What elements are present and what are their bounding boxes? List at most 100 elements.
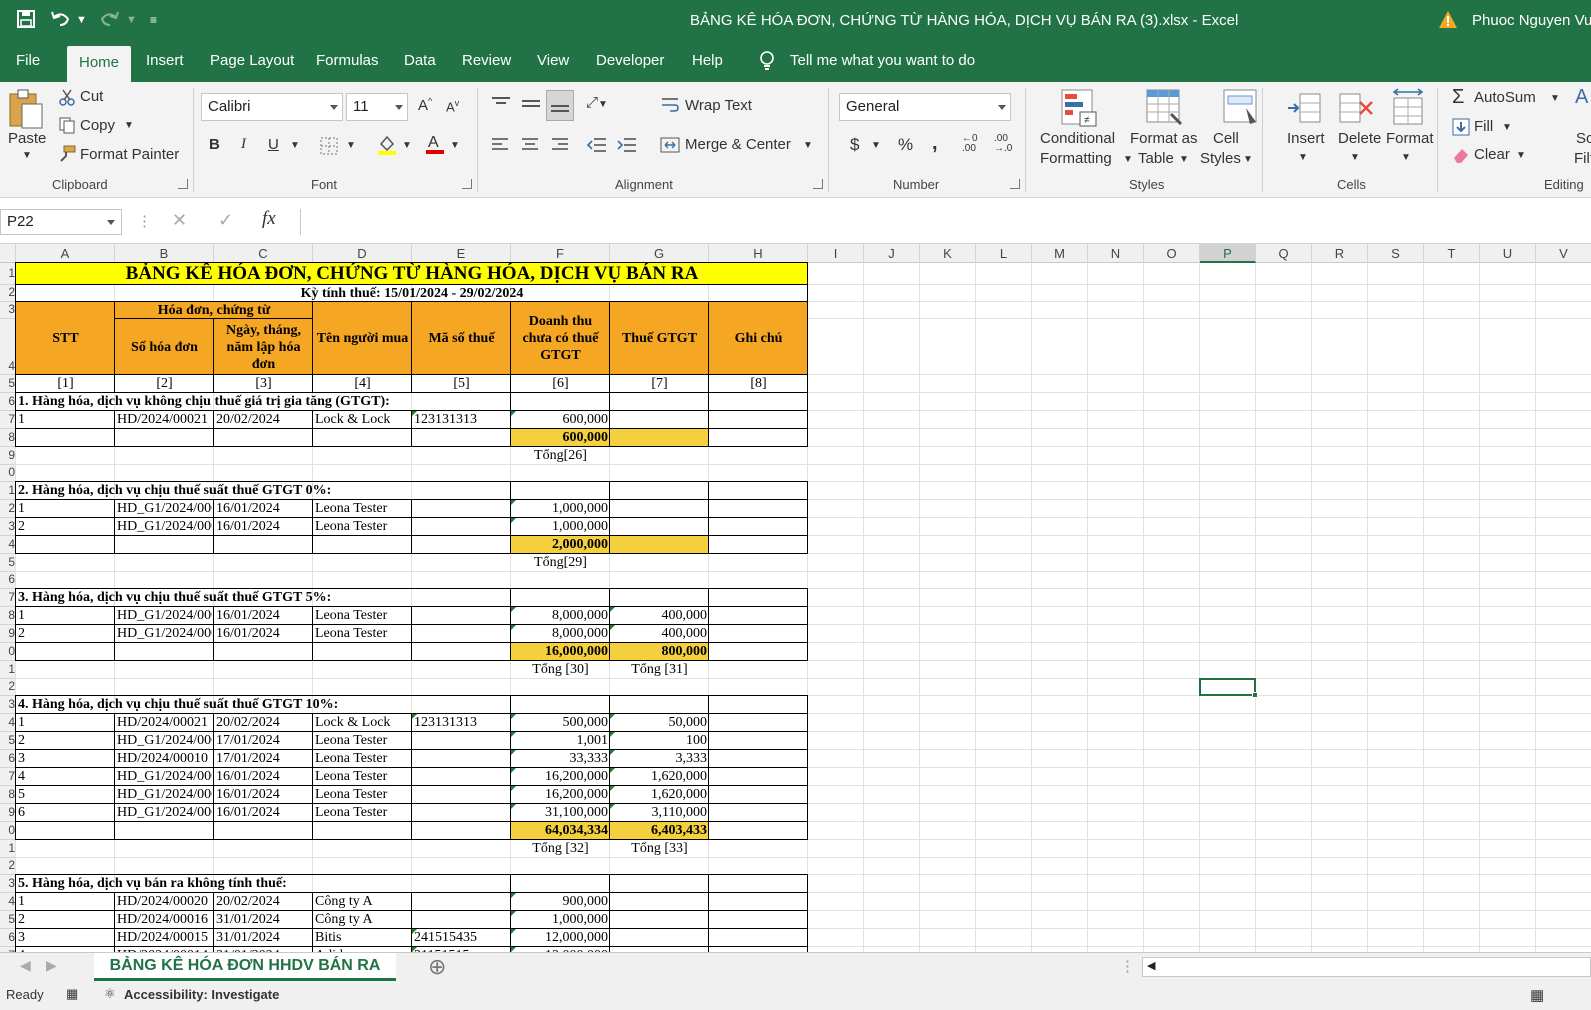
- row-header[interactable]: 9: [0, 447, 16, 465]
- row-header[interactable]: 4: [0, 893, 16, 911]
- horizontal-scrollbar[interactable]: ◀: [1142, 957, 1591, 977]
- total-label-dt[interactable]: Tổng[29]: [513, 554, 608, 572]
- conditional-formatting-label1[interactable]: Conditional: [1040, 130, 1115, 147]
- delete-cells-icon[interactable]: [1338, 90, 1374, 129]
- row-header[interactable]: 2: [0, 285, 16, 302]
- cancel-icon[interactable]: ✕: [172, 210, 187, 231]
- align-top-icon[interactable]: [490, 94, 512, 117]
- insert-function-icon[interactable]: fx: [262, 208, 276, 230]
- merge-center-button[interactable]: Merge & Center: [685, 136, 791, 153]
- column-header[interactable]: E: [412, 244, 511, 263]
- column-header[interactable]: L: [976, 244, 1032, 263]
- sheet-tab-active[interactable]: BẢNG KÊ HÓA ĐƠN HHDV BÁN RA: [94, 953, 396, 981]
- row-header[interactable]: 5: [0, 911, 16, 929]
- align-middle-icon[interactable]: [520, 94, 542, 117]
- row-header[interactable]: 3: [0, 875, 16, 893]
- customize-qat-icon[interactable]: ≡: [150, 9, 157, 31]
- font-name-select[interactable]: Calibri: [201, 93, 343, 121]
- total-label-dt[interactable]: Tổng[26]: [513, 447, 608, 465]
- section-title[interactable]: 5. Hàng hóa, dịch vụ bán ra không tính t…: [18, 875, 509, 893]
- cell-styles-icon[interactable]: [1222, 88, 1260, 131]
- active-cell[interactable]: [1199, 678, 1256, 696]
- font-launcher-icon[interactable]: [462, 179, 472, 189]
- wrap-text-icon[interactable]: [660, 96, 680, 117]
- row-header[interactable]: 4: [0, 714, 16, 732]
- row-header[interactable]: 2: [0, 858, 16, 875]
- fill-icon[interactable]: [1452, 118, 1470, 139]
- column-header[interactable]: F: [511, 244, 610, 263]
- normal-view-icon[interactable]: ▦: [1530, 986, 1544, 1004]
- format-cells-icon[interactable]: [1390, 88, 1426, 129]
- bold-button[interactable]: B: [209, 136, 220, 153]
- row-header[interactable]: 2: [0, 500, 16, 518]
- paste-icon[interactable]: [6, 88, 46, 135]
- decrease-decimal-icon[interactable]: .00 →.0: [994, 134, 1012, 154]
- format-as-table-label1[interactable]: Format as: [1130, 130, 1198, 147]
- redo-icon[interactable]: [98, 9, 120, 34]
- autosum-icon[interactable]: Σ: [1452, 86, 1464, 109]
- cells-area[interactable]: BẢNG KÊ HÓA ĐƠN, CHỨNG TỪ HÀNG HÓA, DỊCH…: [15, 262, 1591, 952]
- row-header[interactable]: 1: [0, 661, 16, 679]
- column-header[interactable]: K: [920, 244, 976, 263]
- fill-button[interactable]: Fill: [1474, 118, 1493, 135]
- undo-icon[interactable]: [50, 9, 72, 34]
- total-label-thue[interactable]: [612, 554, 707, 572]
- row-header[interactable]: 7: [0, 589, 16, 607]
- align-bottom-icon[interactable]: [546, 90, 574, 121]
- align-left-icon[interactable]: [490, 136, 510, 157]
- fill-color-icon[interactable]: [376, 134, 398, 159]
- cut-icon[interactable]: [58, 88, 76, 109]
- section-title[interactable]: 4. Hàng hóa, dịch vụ chịu thuế suất thuế…: [18, 696, 509, 714]
- tab-data[interactable]: Data: [404, 52, 436, 69]
- merge-dropdown-icon[interactable]: ▼: [803, 140, 813, 151]
- currency-button[interactable]: $: [850, 135, 859, 155]
- chevron-down-icon[interactable]: ▼: [1243, 154, 1253, 165]
- column-header[interactable]: N: [1088, 244, 1144, 263]
- name-box[interactable]: P22: [0, 209, 122, 235]
- increase-indent-icon[interactable]: [616, 136, 638, 157]
- sort-filter-icon[interactable]: A: [1575, 86, 1588, 109]
- total-label-thue[interactable]: Tổng [33]: [612, 840, 707, 858]
- format-painter-button[interactable]: Format Painter: [80, 146, 179, 163]
- borders-icon[interactable]: [320, 137, 338, 158]
- merge-center-icon[interactable]: [660, 136, 680, 157]
- next-sheet-icon[interactable]: ▶: [46, 957, 57, 974]
- column-header[interactable]: J: [864, 244, 920, 263]
- column-header[interactable]: C: [214, 244, 313, 263]
- clear-button[interactable]: Clear: [1474, 146, 1510, 163]
- cell-styles-label1[interactable]: Cell: [1213, 130, 1239, 147]
- sort-filter-label2[interactable]: Filt: [1574, 150, 1591, 167]
- row-header[interactable]: 6: [0, 393, 16, 411]
- font-color-icon[interactable]: A: [424, 132, 446, 159]
- format-painter-icon[interactable]: [58, 145, 76, 166]
- row-header[interactable]: 6: [0, 572, 16, 589]
- user-name[interactable]: Phuoc Nguyen Vu: [1472, 12, 1591, 29]
- tab-file[interactable]: File: [16, 52, 40, 69]
- italic-button[interactable]: I: [241, 136, 246, 153]
- row-header[interactable]: 5: [0, 732, 16, 750]
- tab-view[interactable]: View: [537, 52, 569, 69]
- copy-icon[interactable]: [58, 116, 76, 137]
- column-header[interactable]: R: [1312, 244, 1368, 263]
- conditional-formatting-icon[interactable]: ≠: [1060, 88, 1098, 131]
- sort-filter-label1[interactable]: So: [1576, 130, 1591, 147]
- chevron-down-icon[interactable]: ▼: [1298, 152, 1308, 163]
- column-header[interactable]: M: [1032, 244, 1088, 263]
- format-as-table-icon[interactable]: [1145, 88, 1183, 131]
- alignment-launcher-icon[interactable]: [813, 179, 823, 189]
- undo-dropdown-icon[interactable]: ▼: [76, 9, 87, 31]
- column-header[interactable]: T: [1424, 244, 1480, 263]
- row-header[interactable]: 3: [0, 518, 16, 536]
- row-header[interactable]: 9: [0, 804, 16, 822]
- redo-dropdown-icon[interactable]: ▼: [126, 9, 137, 31]
- number-launcher-icon[interactable]: [1010, 179, 1020, 189]
- tab-page-layout[interactable]: Page Layout: [210, 52, 294, 69]
- decrease-indent-icon[interactable]: [586, 136, 608, 157]
- section-title[interactable]: 2. Hàng hóa, dịch vụ chịu thuế suất thuế…: [18, 482, 509, 500]
- increase-decimal-icon[interactable]: ←0.00: [962, 134, 978, 154]
- underline-button[interactable]: U: [268, 136, 279, 153]
- underline-dropdown-icon[interactable]: ▼: [290, 140, 300, 151]
- worksheet-grid[interactable]: ABCDEFGHIJKLMNOPQRSTUV 12345678901234567…: [0, 244, 1591, 952]
- font-size-select[interactable]: 11: [346, 93, 408, 121]
- row-header[interactable]: 0: [0, 822, 16, 840]
